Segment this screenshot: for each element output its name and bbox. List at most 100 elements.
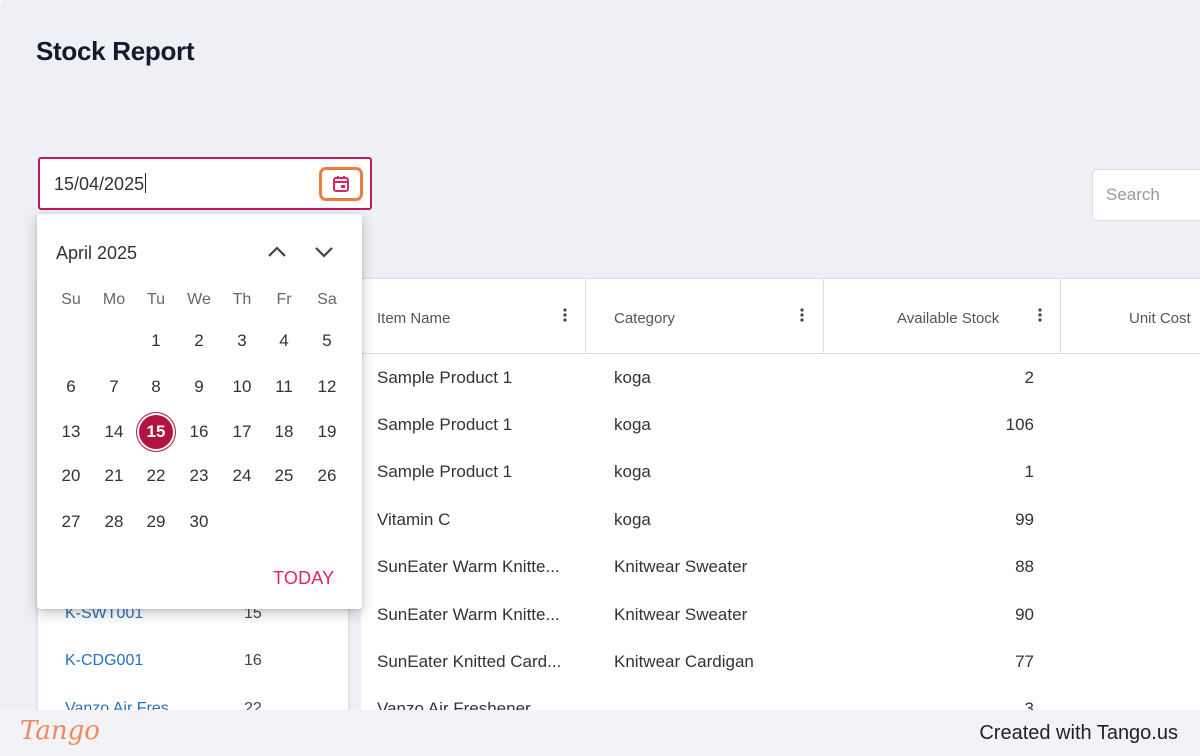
weekday-label: Su (61, 291, 81, 308)
calendar-day[interactable]: 19 (306, 413, 348, 451)
calendar-day[interactable]: 2 (178, 322, 220, 360)
column-menu-icon[interactable] (563, 307, 567, 323)
calendar-day[interactable]: 11 (263, 368, 305, 406)
weekday-label: Th (232, 291, 252, 308)
category-cell: koga (614, 415, 651, 434)
calendar-toggle-button[interactable] (319, 167, 363, 201)
calendar-day-number: 1 (151, 331, 161, 350)
table-row[interactable]: Sample Product 1 koga 106 (361, 401, 1200, 448)
table-row[interactable]: K-CDG001 16 (38, 638, 348, 685)
item-code-link[interactable]: Vanzo Air Fres (65, 700, 169, 710)
category-cell: koga (614, 368, 651, 387)
table-row[interactable]: Vitamin C koga 99 (361, 496, 1200, 543)
calendar-day-number: 3 (237, 331, 247, 350)
column-header-unit-cost[interactable]: Unit Cost (1061, 279, 1200, 354)
category-cell: koga (614, 462, 651, 481)
table-row[interactable]: SunEater Warm Knitte... Knitwear Sweater… (361, 591, 1200, 638)
table-row[interactable]: Vanzo Air Fres 22 (38, 686, 348, 710)
tango-logo: Tango (20, 716, 100, 746)
weekday-label: Mo (102, 291, 126, 308)
calendar-day-number: 12 (317, 377, 337, 396)
search-box[interactable] (1092, 169, 1200, 221)
calendar-day[interactable]: 14 (93, 413, 135, 451)
chevron-down-icon (315, 247, 333, 258)
calendar-day-number: 25 (274, 466, 294, 485)
calendar-day[interactable]: 23 (178, 457, 220, 495)
calendar-day-number: 15 (139, 414, 173, 449)
stock-cell: 77 (1015, 652, 1034, 671)
item-name-cell: Vanzo Air Freshener (377, 699, 531, 710)
calendar-day-number: 5 (322, 331, 332, 350)
item-name-cell: Sample Product 1 (377, 368, 513, 387)
calendar-day-number: 6 (66, 377, 76, 396)
calendar-day[interactable]: 12 (306, 368, 348, 406)
column-label: Unit Cost (1129, 310, 1191, 327)
calendar-day[interactable]: 28 (93, 503, 135, 541)
column-menu-icon[interactable] (1038, 307, 1042, 323)
calendar-day[interactable]: 22 (135, 457, 177, 495)
calendar-day[interactable]: 9 (178, 368, 220, 406)
calendar-day[interactable]: 21 (93, 457, 135, 495)
today-button[interactable]: TODAY (273, 568, 334, 589)
calendar-day[interactable]: 27 (50, 503, 92, 541)
weekday-label: Tu (146, 291, 166, 308)
next-month-button[interactable] (311, 240, 337, 264)
calendar-day[interactable]: 7 (93, 368, 135, 406)
calendar-day[interactable]: 18 (263, 413, 305, 451)
calendar-day-number: 16 (189, 422, 209, 441)
search-input[interactable] (1106, 185, 1200, 205)
weekday-label: We (187, 291, 211, 308)
chevron-up-icon (268, 246, 286, 257)
table-row[interactable]: SunEater Warm Knitte... Knitwear Sweater… (361, 543, 1200, 590)
calendar-day[interactable]: 5 (306, 322, 348, 360)
calendar-day-number: 20 (61, 466, 81, 485)
stock-cell: 2 (1024, 368, 1034, 387)
calendar-day-number: 7 (109, 377, 119, 396)
table-row[interactable]: Sample Product 1 koga 2 (361, 354, 1200, 401)
stock-grid: Item Name Category Available Stock Unit … (361, 278, 1200, 710)
column-header-category[interactable]: Category (586, 279, 824, 354)
calendar-day-number: 22 (146, 466, 166, 485)
page-title: Stock Report (36, 36, 195, 66)
calendar-day-number: 10 (232, 377, 252, 396)
category-cell: koga (614, 510, 651, 529)
calendar-month-label[interactable]: April 2025 (56, 243, 137, 264)
column-label: Item Name (377, 310, 451, 327)
calendar-day[interactable]: 26 (306, 457, 348, 495)
calendar-day-selected[interactable]: 15 (135, 413, 177, 451)
calendar-day[interactable]: 29 (135, 503, 177, 541)
calendar-day[interactable]: 4 (263, 322, 305, 360)
item-name-cell: SunEater Warm Knitte... (377, 557, 560, 576)
calendar-day[interactable]: 25 (263, 457, 305, 495)
calendar-day[interactable]: 16 (178, 413, 220, 451)
previous-month-button[interactable] (264, 240, 290, 264)
column-header-available-stock[interactable]: Available Stock (824, 279, 1061, 354)
table-row[interactable]: Vanzo Air Freshener 3 (361, 685, 1200, 710)
calendar-day[interactable]: 8 (135, 368, 177, 406)
date-value[interactable]: 15/04/2025 (54, 173, 147, 195)
item-code-link[interactable]: K-CDG001 (65, 652, 143, 670)
category-cell: Knitwear Cardigan (614, 652, 754, 671)
calendar-day[interactable]: 30 (178, 503, 220, 541)
calendar-day-number: 9 (194, 377, 204, 396)
calendar-day[interactable]: 13 (50, 413, 92, 451)
table-row[interactable]: Sample Product 1 koga 1 (361, 448, 1200, 495)
calendar-day[interactable]: 17 (221, 413, 263, 451)
calendar-day[interactable]: 24 (221, 457, 263, 495)
item-name-cell: Vitamin C (377, 510, 451, 529)
calendar-day[interactable]: 6 (50, 368, 92, 406)
item-name-cell: SunEater Warm Knitte... (377, 605, 560, 624)
calendar-day-number: 28 (104, 512, 124, 531)
date-input[interactable]: 15/04/2025 (38, 157, 372, 210)
calendar-day[interactable]: 10 (221, 368, 263, 406)
calendar-icon (333, 176, 349, 192)
column-header-item-name[interactable]: Item Name (361, 279, 586, 354)
column-menu-icon[interactable] (800, 307, 804, 323)
calendar-day-number: 24 (232, 466, 252, 485)
stock-cell: 99 (1015, 510, 1034, 529)
calendar-day[interactable]: 20 (50, 457, 92, 495)
table-row[interactable]: SunEater Knitted Card... Knitwear Cardig… (361, 638, 1200, 685)
calendar-day[interactable]: 3 (221, 322, 263, 360)
calendar-day[interactable]: 1 (135, 322, 177, 360)
footer: Tango Created with Tango.us (0, 710, 1200, 756)
